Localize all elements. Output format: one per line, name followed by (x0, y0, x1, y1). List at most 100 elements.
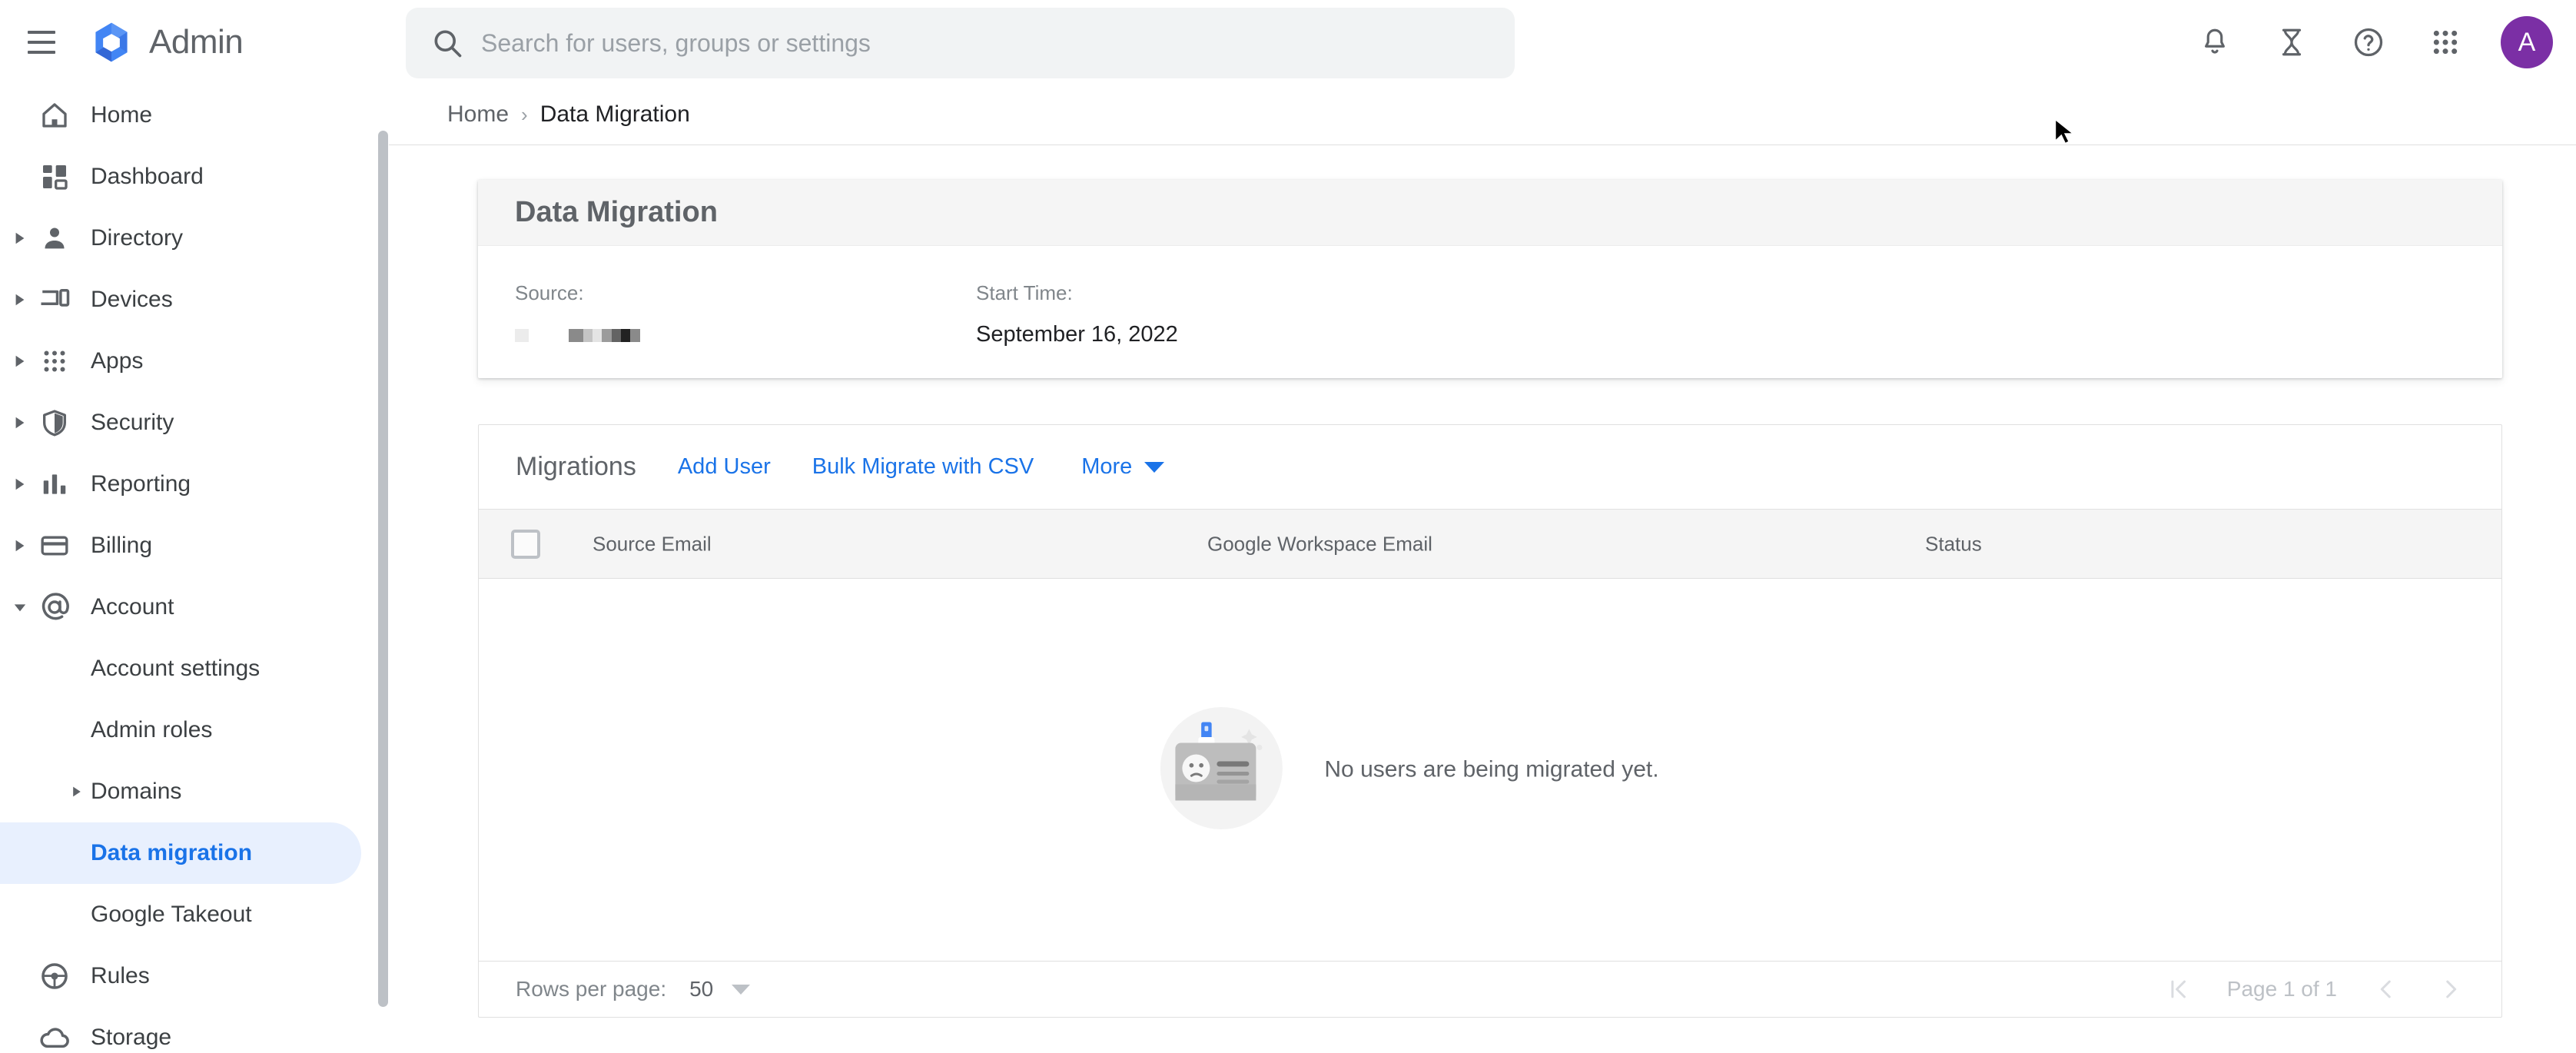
sidebar-item-account[interactable]: Account (0, 576, 361, 638)
chevron-down-icon[interactable] (732, 984, 751, 995)
first-page-icon[interactable] (2163, 974, 2193, 1005)
at-sign-icon (37, 590, 72, 625)
steering-wheel-icon (37, 958, 72, 994)
sidebar-item-home[interactable]: Home (0, 85, 361, 146)
search-bar[interactable] (406, 8, 1515, 78)
sidebar-item-google-takeout[interactable]: Google Takeout (0, 884, 361, 945)
brand[interactable]: Admin (89, 20, 244, 65)
data-migration-summary-card: Data Migration Source: Start Time: Septe… (478, 180, 2502, 378)
chevron-down-icon (1144, 461, 1165, 473)
sidebar-item-devices[interactable]: Devices (0, 269, 361, 331)
sidebar-item-label: Reporting (91, 471, 191, 497)
cloud-icon (37, 1020, 72, 1053)
caret-right-icon[interactable] (11, 475, 29, 493)
rows-per-page-label: Rows per page: (516, 977, 667, 1001)
search-input[interactable] (481, 28, 1515, 58)
sidebar-item-account-settings[interactable]: Account settings (0, 638, 361, 699)
breadcrumb: Home › Data Migration (447, 101, 690, 128)
caret-right-icon[interactable] (11, 352, 29, 370)
pagination: Page 1 of 1 (2163, 974, 2466, 1005)
sidebar-item-security[interactable]: Security (0, 392, 361, 453)
table-header-row: Source Email Google Workspace Email Stat… (479, 510, 2501, 579)
dashboard-icon (37, 159, 72, 194)
caret-right-icon[interactable] (11, 291, 29, 309)
add-user-button[interactable]: Add User (678, 454, 771, 480)
sidebar-item-label: Dashboard (91, 164, 204, 189)
start-time-value: September 16, 2022 (976, 322, 1178, 347)
column-header-status[interactable]: Status (1925, 532, 1982, 556)
chevron-left-icon[interactable] (2371, 974, 2402, 1005)
source-label: Source: (515, 281, 584, 304)
table-body: No users are being migrated yet. (479, 579, 2501, 962)
more-label: More (1081, 454, 1133, 479)
sidebar-item-label: Devices (91, 287, 173, 312)
sidebar-item-rules[interactable]: Rules (0, 945, 361, 1007)
sidebar-item-label: Account settings (91, 656, 261, 681)
sidebar-item-apps[interactable]: Apps (0, 331, 361, 392)
sidebar-item-label: Account (91, 594, 174, 620)
breadcrumb-current: Data Migration (539, 101, 690, 127)
breadcrumb-separator-icon: › (521, 102, 528, 126)
caret-right-icon[interactable] (11, 229, 29, 247)
page-title: Data Migration (515, 196, 718, 228)
summary-card-body: Source: Start Time: September 16, 2022 (478, 246, 2502, 378)
empty-state: No users are being migrated yet. (1152, 699, 1659, 841)
hourglass-icon[interactable] (2264, 15, 2319, 70)
bell-icon[interactable] (2187, 15, 2242, 70)
sidebar-item-directory[interactable]: Directory (0, 208, 361, 269)
sidebar-item-label: Billing (91, 533, 153, 558)
source-value-redacted (515, 324, 640, 347)
home-icon (37, 98, 72, 133)
source-field: Source: (515, 281, 640, 347)
apps-grid-icon[interactable] (2418, 15, 2473, 70)
breadcrumb-divider (389, 144, 2576, 145)
sidebar-item-data-migration[interactable]: Data migration (0, 822, 361, 884)
sidebar-item-label: Data migration (91, 840, 253, 865)
migrations-title: Migrations (516, 452, 636, 481)
bulk-migrate-with-csv-button[interactable]: Bulk Migrate with CSV (812, 454, 1034, 480)
sidebar-item-reporting[interactable]: Reporting (0, 453, 361, 515)
sidebar-item-label: Admin roles (91, 717, 213, 742)
caret-right-icon[interactable] (11, 414, 29, 432)
help-circle-icon[interactable] (2341, 15, 2396, 70)
sidebar-item-domains[interactable]: Domains (0, 761, 361, 822)
sidebar: Home Dashboard Directory Devices Apps Se… (0, 85, 389, 1053)
caret-right-icon[interactable] (11, 536, 29, 555)
column-header-google-workspace-email[interactable]: Google Workspace Email (1207, 532, 1432, 556)
search-icon (430, 26, 464, 60)
migrations-toolbar: Migrations Add User Bulk Migrate with CS… (479, 425, 2501, 510)
sidebar-scrollbar[interactable] (378, 131, 388, 1007)
select-all-checkbox[interactable] (511, 529, 540, 559)
column-header-source-email[interactable]: Source Email (593, 532, 712, 556)
avatar-initial: A (2518, 27, 2536, 57)
hamburger-menu-icon[interactable] (22, 22, 61, 62)
caret-right-icon[interactable] (68, 782, 86, 801)
sidebar-item-label: Directory (91, 225, 184, 251)
sidebar-item-storage[interactable]: Storage (0, 1007, 361, 1053)
sidebar-item-billing[interactable]: Billing (0, 515, 361, 576)
google-admin-hexagon-logo (89, 20, 134, 65)
main-content: Home › Data Migration Data Migration Sou… (389, 85, 2576, 1053)
rows-per-page-value[interactable]: 50 (689, 977, 713, 1002)
chevron-right-icon[interactable] (2435, 974, 2466, 1005)
sidebar-item-label: Google Takeout (91, 902, 252, 927)
migrations-card: Migrations Add User Bulk Migrate with CS… (478, 424, 2502, 1018)
sidebar-item-label: Domains (91, 779, 182, 804)
devices-icon (37, 282, 72, 317)
bar-chart-icon (37, 467, 72, 502)
person-icon (37, 221, 72, 256)
breadcrumb-home[interactable]: Home (447, 101, 509, 128)
top-bar-actions: A (2187, 0, 2553, 85)
caret-down-icon[interactable] (11, 598, 29, 616)
sidebar-item-label: Security (91, 410, 174, 435)
top-app-bar: Admin Search for users, groups or settin… (0, 0, 2576, 85)
page-indicator: Page 1 of 1 (2226, 977, 2337, 1001)
brand-name: Admin (149, 23, 244, 61)
sidebar-item-label: Rules (91, 963, 150, 988)
sidebar-item-admin-roles[interactable]: Admin roles (0, 699, 361, 761)
avatar[interactable]: A (2501, 16, 2553, 68)
id-badge-sad-face-illustration (1152, 699, 1290, 841)
rows-per-page: Rows per page: 50 (516, 977, 751, 1002)
more-menu-button[interactable]: More (1081, 454, 1165, 480)
sidebar-item-dashboard[interactable]: Dashboard (0, 146, 361, 208)
